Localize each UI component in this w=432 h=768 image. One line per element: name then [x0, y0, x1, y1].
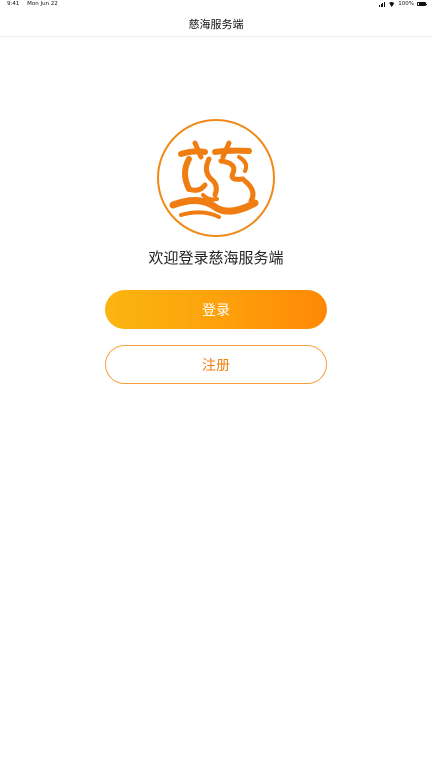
login-button[interactable]: 登录: [105, 290, 327, 329]
status-left: 9:41 Mon Jun 22: [7, 1, 64, 7]
register-button[interactable]: 注册: [105, 345, 327, 384]
status-time: 9:41: [7, 1, 20, 7]
status-date: Mon Jun 22: [27, 1, 58, 7]
battery-icon: [417, 1, 427, 7]
ci-character-logo-icon: [169, 140, 259, 219]
status-right: 100%: [378, 1, 427, 7]
welcome-text: 欢迎登录慈海服务端: [148, 249, 284, 267]
wifi-icon: [388, 2, 395, 7]
battery-fill: [418, 3, 425, 5]
status-bar: 9:41 Mon Jun 22 100%: [0, 0, 432, 10]
page-title: 慈海服务端: [188, 18, 244, 31]
cellular-signal-icon: [378, 2, 386, 7]
battery-percent: 100%: [398, 1, 414, 7]
app-logo: [157, 119, 275, 237]
navigation-bar: 慈海服务端: [0, 10, 432, 37]
